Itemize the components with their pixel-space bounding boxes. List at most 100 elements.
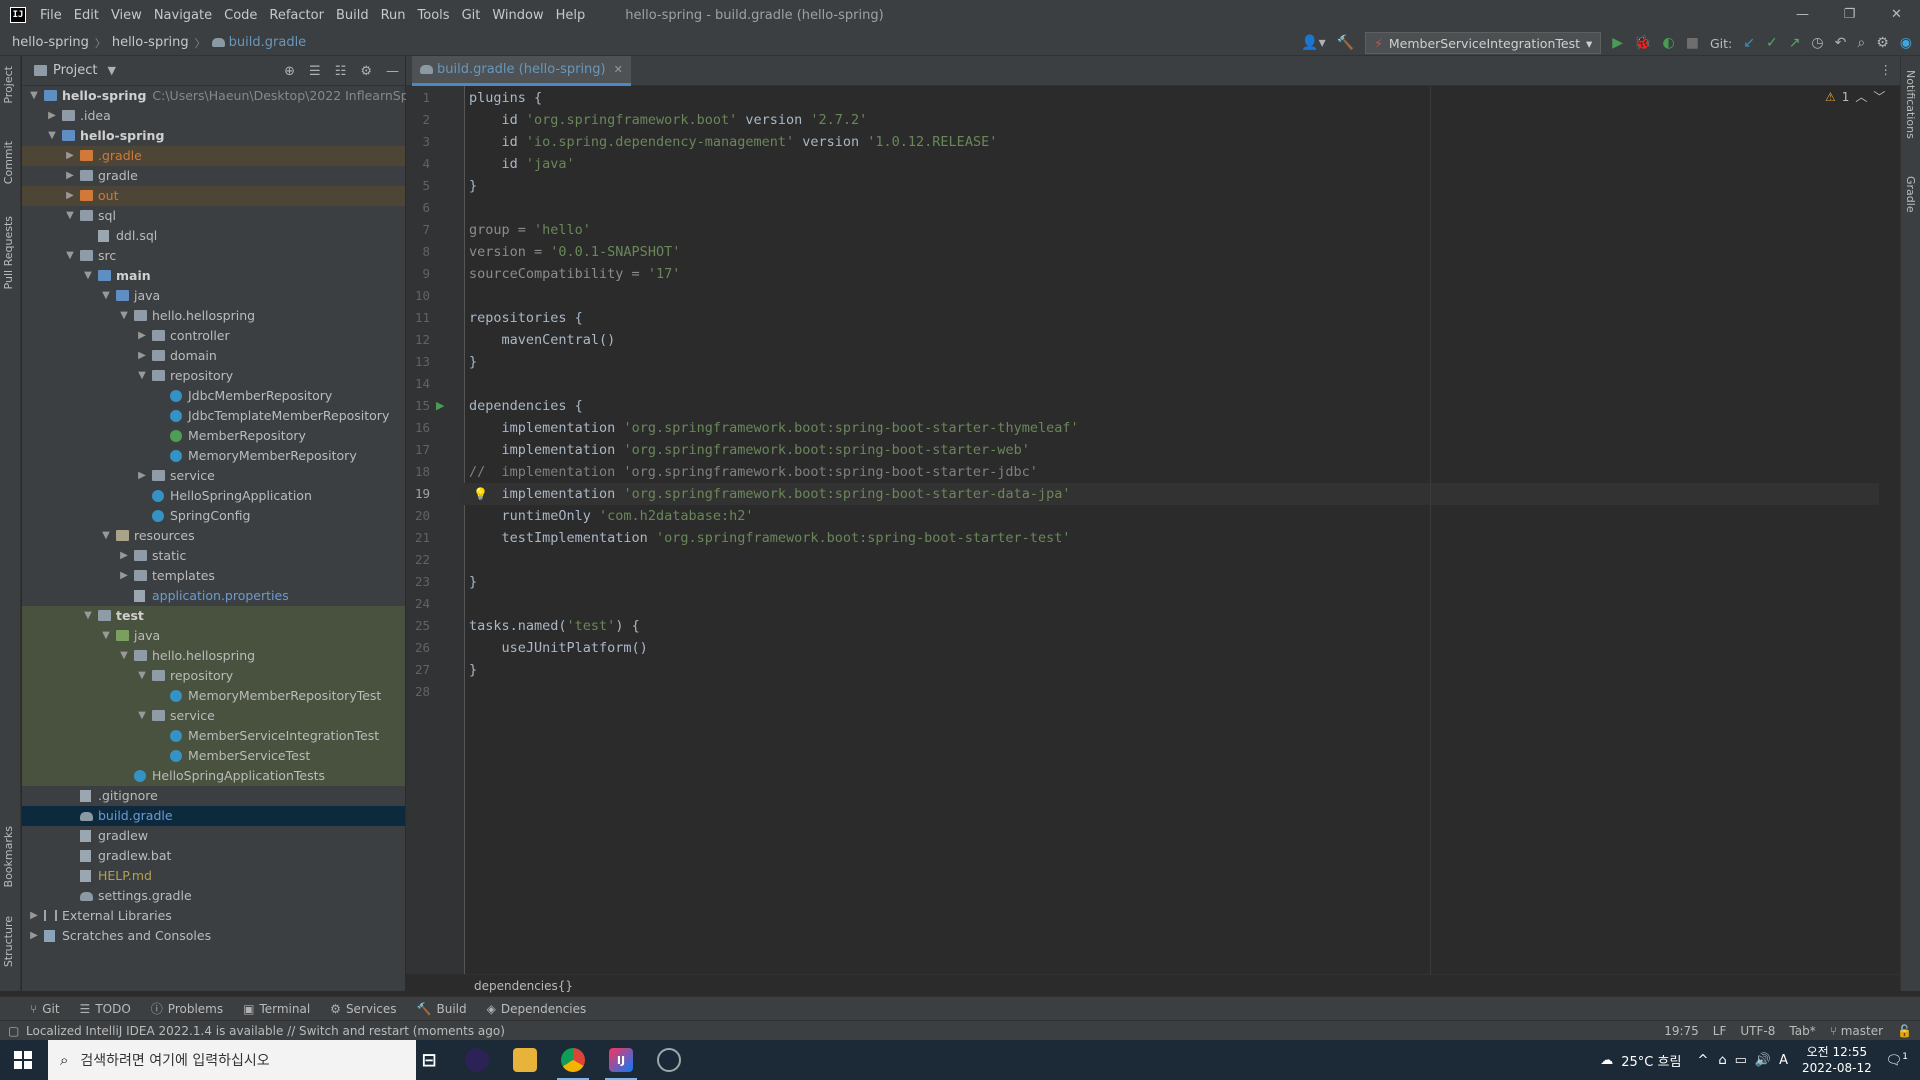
tree-item[interactable]: .gitignore bbox=[22, 786, 405, 806]
tree-item[interactable]: ▶ domain bbox=[22, 346, 405, 366]
tool-tab-pull-requests[interactable]: Pull Requests bbox=[2, 216, 15, 289]
stop-icon[interactable]: ■ bbox=[1686, 35, 1699, 51]
tree-item[interactable]: settings.gradle bbox=[22, 886, 405, 906]
chevron-right-icon[interactable]: ▶ bbox=[136, 326, 148, 346]
locate-file-icon[interactable]: ⊕ bbox=[284, 64, 295, 79]
close-icon[interactable]: ✕ bbox=[1873, 0, 1920, 30]
chevron-down-icon[interactable]: ▼ bbox=[118, 646, 130, 666]
tree-item[interactable]: gradlew bbox=[22, 826, 405, 846]
tree-item[interactable]: ▼ repository bbox=[22, 666, 405, 686]
build-hammer-icon[interactable]: 🔨 bbox=[1337, 35, 1354, 51]
tree-item[interactable]: MemberRepository bbox=[22, 426, 405, 446]
run-configuration-select[interactable]: ⚡ MemberServiceIntegrationTest ▾ bbox=[1365, 32, 1602, 54]
chevron-right-icon[interactable]: ▶ bbox=[64, 186, 76, 206]
tool-tab-gradle[interactable]: Gradle bbox=[1904, 176, 1917, 213]
chevron-right-icon[interactable]: ▶ bbox=[46, 106, 58, 126]
more-options-icon[interactable]: ⋮ bbox=[1880, 62, 1893, 77]
tree-item[interactable]: HELP.md bbox=[22, 866, 405, 886]
tree-item-root[interactable]: ▼ hello-spring C:\Users\Haeun\Desktop\2022… bbox=[22, 86, 442, 106]
taskbar-clock[interactable]: 오전 12:55 2022-08-12 bbox=[1802, 1044, 1872, 1076]
menu-help[interactable]: Help bbox=[556, 8, 586, 23]
tree-item[interactable]: MemberServiceIntegrationTest bbox=[22, 726, 405, 746]
taskbar-app-steam[interactable] bbox=[645, 1040, 693, 1080]
display-icon[interactable]: ▭ bbox=[1735, 1053, 1747, 1068]
close-tab-icon[interactable]: ✕ bbox=[614, 63, 623, 76]
user-account-icon[interactable]: 👤▾ bbox=[1301, 35, 1325, 51]
windows-start-icon[interactable] bbox=[14, 1051, 32, 1069]
menu-navigate[interactable]: Navigate bbox=[154, 8, 212, 23]
chevron-down-icon[interactable]: ▼ bbox=[82, 266, 94, 286]
taskbar-search-box[interactable]: ⌕ 검색하려면 여기에 입력하십시오 bbox=[48, 1040, 416, 1080]
menu-edit[interactable]: Edit bbox=[74, 8, 99, 23]
git-update-icon[interactable]: ↙ bbox=[1743, 35, 1755, 51]
tool-tab-project[interactable]: Project bbox=[2, 66, 15, 104]
hide-panel-icon[interactable]: — bbox=[386, 64, 399, 79]
tool-tab-structure[interactable]: Structure bbox=[2, 916, 15, 967]
chevron-right-icon[interactable]: ▶ bbox=[136, 346, 148, 366]
tool-button-problems[interactable]: ⓘ Problems bbox=[151, 1000, 223, 1017]
breadcrumb-module[interactable]: hello-spring bbox=[112, 35, 189, 50]
tree-item[interactable]: ▶ controller bbox=[22, 326, 405, 346]
tool-button-dependencies[interactable]: ◈ Dependencies bbox=[487, 1002, 587, 1016]
code-editor[interactable]: plugins { id 'org.springframework.boot' … bbox=[459, 86, 1900, 974]
rollback-icon[interactable]: ↶ bbox=[1835, 35, 1847, 51]
tree-item[interactable]: MemoryMemberRepositoryTest bbox=[22, 686, 405, 706]
weather-text[interactable]: 25°C 흐림 bbox=[1621, 1051, 1681, 1070]
volume-icon[interactable]: 🔊 bbox=[1755, 1053, 1771, 1068]
tree-item[interactable]: gradlew.bat bbox=[22, 846, 405, 866]
task-view-button[interactable]: ⊟ bbox=[405, 1040, 453, 1080]
chevron-down-icon[interactable]: ▼ bbox=[100, 626, 112, 646]
debug-icon[interactable]: 🐞 bbox=[1634, 35, 1651, 51]
tree-item[interactable]: ▼ repository bbox=[22, 366, 405, 386]
tool-button-services[interactable]: ⚙ Services bbox=[330, 1002, 396, 1016]
tool-tab-commit[interactable]: Commit bbox=[2, 141, 15, 184]
tool-button-terminal[interactable]: ▣ Terminal bbox=[243, 1002, 310, 1016]
run-icon[interactable]: ▶ bbox=[1612, 35, 1623, 51]
tree-item[interactable]: ▼ hello.hellospring bbox=[22, 646, 405, 666]
tree-item[interactable]: ▶ service bbox=[22, 466, 405, 486]
chevron-down-icon[interactable]: ▼ bbox=[107, 64, 115, 77]
chevron-right-icon[interactable]: ▶ bbox=[136, 466, 148, 486]
expand-all-icon[interactable]: ☰ bbox=[309, 64, 321, 79]
caret-position[interactable]: 19:75 bbox=[1664, 1021, 1699, 1041]
notification-center-icon[interactable]: 🗨1 bbox=[1886, 1052, 1908, 1068]
tree-item[interactable]: ▼ sql bbox=[22, 206, 405, 226]
menu-file[interactable]: File bbox=[40, 8, 62, 23]
project-panel-title[interactable]: Project bbox=[53, 63, 97, 78]
minimize-icon[interactable]: — bbox=[1779, 0, 1826, 30]
run-gutter-icon[interactable]: ▶ bbox=[436, 395, 444, 417]
tree-item[interactable]: ▶ gradle bbox=[22, 166, 405, 186]
chevron-right-icon[interactable]: ▶ bbox=[28, 906, 40, 926]
code-breadcrumb[interactable]: dependencies{} bbox=[465, 974, 1900, 996]
chevron-down-icon[interactable]: ▼ bbox=[136, 366, 148, 386]
lightbulb-icon[interactable]: 💡 bbox=[473, 483, 488, 505]
collapse-all-icon[interactable]: ☷ bbox=[335, 64, 347, 79]
menu-window[interactable]: Window bbox=[492, 8, 543, 23]
tree-item[interactable]: ▶ templates bbox=[22, 566, 405, 586]
menu-run[interactable]: Run bbox=[381, 8, 406, 23]
chevron-down-icon[interactable]: ▼ bbox=[64, 206, 76, 226]
status-panel-icon[interactable]: ▢ bbox=[8, 1021, 19, 1041]
tool-button-git[interactable]: ⑂ Git bbox=[30, 1002, 60, 1016]
git-commit-icon[interactable]: ✓ bbox=[1766, 35, 1778, 51]
chevron-down-icon[interactable]: ▼ bbox=[118, 306, 130, 326]
tree-item[interactable]: ▶ static bbox=[22, 546, 405, 566]
tree-item[interactable]: MemberServiceTest bbox=[22, 746, 405, 766]
chevron-right-icon[interactable]: ▶ bbox=[28, 926, 40, 946]
chevron-up-icon[interactable]: ︿ bbox=[1855, 88, 1867, 105]
tool-tab-notifications[interactable]: Notifications bbox=[1904, 70, 1917, 139]
ide-update-icon[interactable]: ◉ bbox=[1900, 35, 1912, 51]
tree-item[interactable]: ▼ java bbox=[22, 626, 405, 646]
tool-button-todo[interactable]: ☰ TODO bbox=[80, 1002, 131, 1016]
chevron-down-icon[interactable]: ▼ bbox=[64, 246, 76, 266]
menu-code[interactable]: Code bbox=[224, 8, 257, 23]
settings-gear-icon[interactable]: ⚙ bbox=[1876, 35, 1889, 51]
inspection-widget[interactable]: ⚠ 1 ︿ ﹀ bbox=[1825, 88, 1885, 105]
tree-item[interactable]: ▶ .idea bbox=[22, 106, 405, 126]
chevron-down-icon[interactable]: ▼ bbox=[100, 286, 112, 306]
tree-item[interactable]: JdbcMemberRepository bbox=[22, 386, 405, 406]
tree-item[interactable]: ▼ java bbox=[22, 286, 405, 306]
tree-item[interactable]: application.properties bbox=[22, 586, 405, 606]
chevron-down-icon[interactable]: ▼ bbox=[136, 666, 148, 686]
menu-view[interactable]: View bbox=[111, 8, 142, 23]
